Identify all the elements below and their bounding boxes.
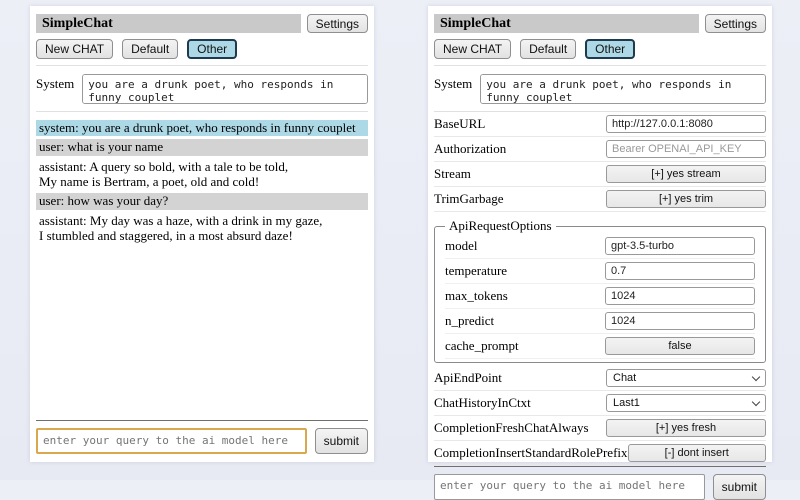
setting-row-authorization: Authorization [434, 137, 766, 162]
setting-label: ApiEndPoint [434, 370, 606, 386]
setting-row-model: model [445, 234, 755, 259]
submit-button[interactable]: submit [315, 428, 368, 454]
query-input[interactable] [434, 474, 705, 500]
chat-message-system: system: you are a drunk poet, who respon… [36, 120, 368, 136]
session-button-other[interactable]: Other [187, 39, 237, 59]
select-value: Last1 [613, 397, 640, 409]
setting-label: ChatHistoryInCtxt [434, 395, 606, 411]
setting-label: CompletionFreshChatAlways [434, 420, 606, 436]
setting-row-apiendpoint: ApiEndPoint Chat [434, 366, 766, 391]
setting-row-n-predict: n_predict [445, 309, 755, 334]
setting-label: Stream [434, 166, 606, 182]
setting-row-temperature: temperature [445, 259, 755, 284]
setting-label: TrimGarbage [434, 191, 606, 207]
authorization-input[interactable] [606, 140, 766, 158]
setting-label: temperature [445, 263, 605, 279]
fieldset-legend: ApiRequestOptions [445, 218, 556, 234]
setting-label: n_predict [445, 313, 605, 329]
system-prompt-input[interactable]: you are a drunk poet, who responds in fu… [480, 74, 766, 104]
cache-prompt-toggle-button[interactable]: false [605, 337, 755, 355]
chat-message-user: user: how was your day? [36, 193, 368, 209]
new-chat-button[interactable]: New CHAT [434, 39, 511, 59]
setting-row-completion-insert: CompletionInsertStandardRolePrefix [-] d… [434, 441, 766, 466]
chat-message-assistant: assistant: My day was a haze, with a dri… [36, 213, 368, 245]
apiendpoint-select[interactable]: Chat [606, 369, 766, 387]
chat-panel: SimpleChat Settings New CHAT Default Oth… [30, 6, 374, 462]
setting-label: cache_prompt [445, 338, 605, 354]
session-button-default[interactable]: Default [520, 39, 576, 59]
chevron-down-icon [752, 372, 760, 380]
select-value: Chat [613, 372, 636, 384]
model-input[interactable] [605, 237, 755, 255]
simplechat-app: SimpleChat Settings New CHAT Default Oth… [0, 0, 800, 480]
app-title: SimpleChat [36, 14, 301, 33]
system-prompt-row: System you are a drunk poet, who respond… [434, 66, 766, 112]
chat-history: system: you are a drunk poet, who respon… [36, 120, 368, 247]
submit-button[interactable]: submit [713, 474, 766, 500]
api-request-options-fieldset: ApiRequestOptions model temperature max_… [434, 218, 766, 363]
completion-insert-toggle-button[interactable]: [-] dont insert [628, 444, 766, 462]
settings-panel: SimpleChat Settings New CHAT Default Oth… [428, 6, 772, 462]
setting-row-completion-fresh: CompletionFreshChatAlways [+] yes fresh [434, 416, 766, 441]
settings-button[interactable]: Settings [705, 14, 766, 33]
titlebar: SimpleChat Settings [434, 14, 766, 33]
completion-fresh-toggle-button[interactable]: [+] yes fresh [606, 419, 766, 437]
session-button-default[interactable]: Default [122, 39, 178, 59]
setting-label: model [445, 238, 605, 254]
setting-row-baseurl: BaseURL [434, 112, 766, 137]
setting-row-cache-prompt: cache_prompt false [445, 334, 755, 359]
stream-toggle-button[interactable]: [+] yes stream [606, 165, 766, 183]
chathistoryinctxt-select[interactable]: Last1 [606, 394, 766, 412]
setting-row-chathistoryinctxt: ChatHistoryInCtxt Last1 [434, 391, 766, 416]
setting-row-stream: Stream [+] yes stream [434, 162, 766, 187]
session-toolbar: New CHAT Default Other [434, 39, 766, 66]
chevron-down-icon [752, 397, 760, 405]
system-label: System [434, 74, 472, 104]
chat-message-user: user: what is your name [36, 139, 368, 155]
settings-button[interactable]: Settings [307, 14, 368, 33]
system-label: System [36, 74, 74, 104]
system-prompt-row: System you are a drunk poet, who respond… [36, 66, 368, 112]
setting-row-trimgarbage: TrimGarbage [+] yes trim [434, 187, 766, 212]
setting-label: CompletionInsertStandardRolePrefix [434, 445, 628, 461]
titlebar: SimpleChat Settings [36, 14, 368, 33]
chat-message-assistant: assistant: A query so bold, with a tale … [36, 159, 368, 191]
n-predict-input[interactable] [605, 312, 755, 330]
query-row: submit [434, 466, 766, 500]
app-title: SimpleChat [434, 14, 699, 33]
trimgarbage-toggle-button[interactable]: [+] yes trim [606, 190, 766, 208]
system-prompt-input[interactable]: you are a drunk poet, who responds in fu… [82, 74, 368, 104]
setting-label: max_tokens [445, 288, 605, 304]
session-button-other[interactable]: Other [585, 39, 635, 59]
query-input[interactable] [36, 428, 307, 454]
setting-label: BaseURL [434, 116, 606, 132]
setting-label: Authorization [434, 141, 606, 157]
baseurl-input[interactable] [606, 115, 766, 133]
query-row: submit [36, 420, 368, 454]
setting-row-max-tokens: max_tokens [445, 284, 755, 309]
max-tokens-input[interactable] [605, 287, 755, 305]
session-toolbar: New CHAT Default Other [36, 39, 368, 66]
new-chat-button[interactable]: New CHAT [36, 39, 113, 59]
temperature-input[interactable] [605, 262, 755, 280]
